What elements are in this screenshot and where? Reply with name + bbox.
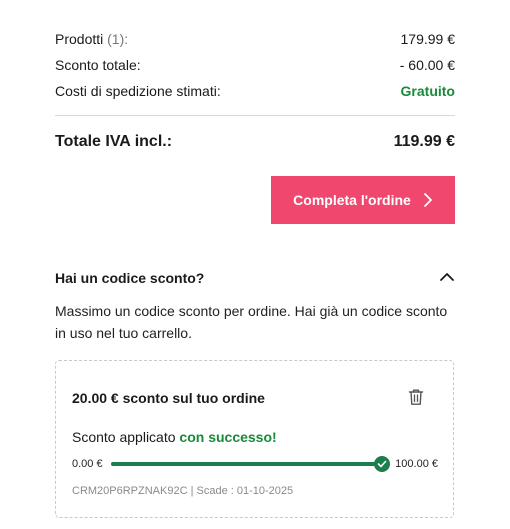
products-row: Prodotti (1): 179.99 € (55, 26, 455, 52)
slider-max-label: 100.00 € (395, 458, 438, 470)
total-row: Totale IVA incl.: 119.99 € (55, 133, 455, 151)
chevron-right-icon (423, 192, 433, 208)
complete-order-button[interactable]: Completa l'ordine (271, 176, 455, 224)
products-value: 179.99 € (400, 31, 456, 47)
progress-fill (110, 462, 383, 466)
coupon-card: 20.00 € sconto sul tuo ordine Sconto app… (55, 360, 454, 518)
coupon-name: 20.00 € sconto sul tuo ordine (72, 390, 265, 406)
total-value: 119.99 € (393, 133, 455, 150)
coupon-title: Hai un codice sconto? (55, 270, 205, 286)
applied-prefix: Sconto applicato (72, 429, 176, 445)
trash-icon[interactable] (408, 388, 424, 411)
check-icon (374, 456, 391, 472)
order-summary: Prodotti (1): 179.99 € Sconto totale: - … (55, 26, 455, 104)
coupon-toggle[interactable]: Hai un codice sconto? (55, 266, 455, 290)
slider-min-label: 0.00 € (72, 458, 103, 470)
summary-divider (55, 115, 455, 116)
products-label: Prodotti (55, 31, 104, 47)
products-count: (1): (107, 31, 129, 47)
applied-status: con successo! (179, 429, 277, 445)
complete-order-label: Completa l'ordine (293, 192, 411, 208)
shipping-value: Gratuito (400, 83, 455, 99)
discount-label: Sconto totale: (55, 57, 141, 73)
coupon-applied-message: Sconto applicato con successo! (72, 429, 277, 445)
total-label: Totale IVA incl.: (55, 133, 173, 150)
shipping-label: Costi di spedizione stimati: (55, 83, 221, 99)
coupon-info-text: Massimo un codice sconto per ordine. Hai… (55, 303, 448, 341)
shipping-row: Costi di spedizione stimati: Gratuito (55, 78, 455, 104)
discount-value: - 60.00 € (399, 57, 455, 73)
chevron-up-icon[interactable] (439, 269, 455, 287)
products-label-group: Prodotti (1): (55, 31, 128, 47)
coupon-progress: 0.00 € 100.00 € (72, 455, 438, 473)
progress-track (110, 456, 391, 472)
coupon-code-expiry: CRM20P6RPZNAK92C | Scade : 01-10-2025 (72, 485, 294, 497)
discount-row: Sconto totale: - 60.00 € (55, 52, 455, 78)
